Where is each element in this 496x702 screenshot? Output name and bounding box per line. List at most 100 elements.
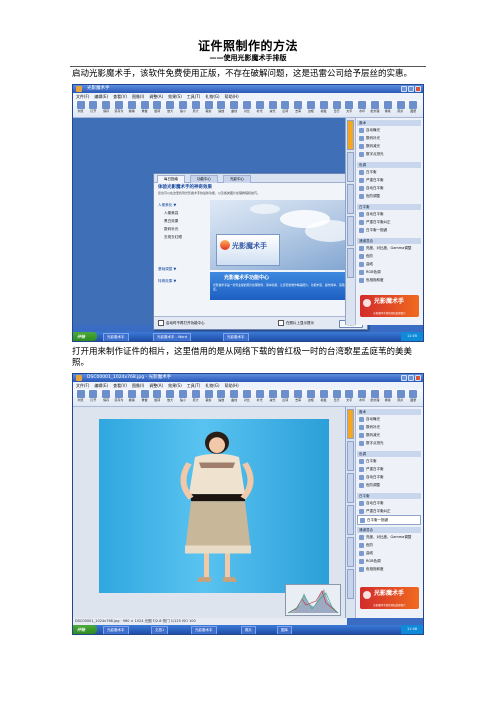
panel-tab[interactable]	[347, 120, 354, 150]
sidebar-item[interactable]: 黑白效果	[158, 217, 208, 225]
menu-item[interactable]: 文件(F)	[76, 383, 89, 388]
sidebar-item[interactable]: 人像美容	[158, 209, 208, 217]
panel-item[interactable]: 色阶调整	[357, 481, 421, 489]
start-button[interactable]: 开始	[73, 332, 97, 341]
toolbar-button[interactable]: 减光	[267, 390, 278, 405]
toolbar-button[interactable]: 重做	[139, 101, 150, 116]
panel-item[interactable]: 色阶	[357, 541, 421, 549]
toolbar-button[interactable]: 照片	[395, 390, 406, 405]
taskbar-item[interactable]: 照片	[241, 626, 256, 634]
toolbar-button[interactable]: 打开	[88, 390, 99, 405]
toolbar-button[interactable]: 放大	[165, 390, 176, 405]
close-icon[interactable]	[415, 86, 421, 92]
panel-tab[interactable]	[347, 152, 354, 182]
panel-item[interactable]: 色阶	[357, 252, 421, 260]
checkbox-show-tips[interactable]	[278, 320, 284, 326]
toolbar-button[interactable]: 原大	[190, 390, 201, 405]
toolbar-button[interactable]: 保存	[101, 390, 112, 405]
menu-item[interactable]: 文件(F)	[76, 94, 89, 99]
menu-item[interactable]: 效果(S)	[168, 383, 182, 388]
menu-item[interactable]: 礼物(G)	[205, 94, 219, 99]
menu-item[interactable]: 图像(I)	[132, 94, 144, 99]
panel-tab[interactable]	[347, 184, 354, 214]
toolbar-button[interactable]: 旋转	[152, 390, 163, 405]
toolbar-button[interactable]: 缩小	[177, 101, 188, 116]
toolbar-button[interactable]: 缩放	[216, 390, 227, 405]
close-icon[interactable]	[415, 375, 421, 381]
toolbar-button[interactable]: 模板	[318, 101, 329, 116]
taskbar-item[interactable]: 图库	[277, 626, 292, 634]
taskbar-item[interactable]: 光影魔术手 - Word	[153, 333, 191, 341]
toolbar-button[interactable]: 旋转	[152, 101, 163, 116]
sidebar-header-basic[interactable]: 基础调整 ▼	[158, 265, 208, 273]
menu-item[interactable]: 查看(V)	[113, 94, 127, 99]
toolbar-button[interactable]: 补光	[254, 390, 265, 405]
panel-item[interactable]: 自动白平衡	[357, 473, 421, 481]
panel-item[interactable]: 自动白平衡	[357, 499, 421, 507]
toolbar-button[interactable]: 补光	[254, 101, 265, 116]
menu-item[interactable]: 调整(A)	[149, 383, 163, 388]
toolbar-button[interactable]: 文字	[344, 390, 355, 405]
panel-item[interactable]: 白平衡一指键	[357, 226, 421, 234]
panel-item[interactable]: 亮度、对比度、Gamma调整	[357, 533, 421, 541]
menu-item[interactable]: 工具(T)	[187, 94, 201, 99]
toolbar-button[interactable]: 水印	[357, 101, 368, 116]
toolbar-button[interactable]: 曲线	[229, 101, 240, 116]
panel-item[interactable]: 严重白平衡纠正	[357, 507, 421, 515]
toolbar-button[interactable]: 反转	[280, 101, 291, 116]
toolbar-button[interactable]: 日历	[331, 390, 342, 405]
menu-item[interactable]: 图像(I)	[132, 383, 144, 388]
toolbar-button[interactable]: 日历	[331, 101, 342, 116]
panel-item[interactable]: 自动曝光	[357, 126, 421, 134]
toolbar-button[interactable]: 打开	[88, 101, 99, 116]
sidebar-item[interactable]: 去斑去红眼	[158, 233, 208, 241]
panel-item[interactable]: 曲线	[357, 260, 421, 268]
toolbar-button[interactable]: 去雾	[293, 101, 304, 116]
toolbar-button[interactable]: 保存	[101, 101, 112, 116]
toolbar-button[interactable]: 图册	[408, 101, 419, 116]
panel-item[interactable]: 色阶调整	[357, 192, 421, 200]
toolbar-button[interactable]: 对比	[241, 390, 252, 405]
toolbar-button[interactable]: 缩放	[216, 101, 227, 116]
toolbar-button[interactable]: 边框	[305, 390, 316, 405]
menu-item[interactable]: 调整(A)	[149, 94, 163, 99]
toolbar-button[interactable]: 模板	[318, 390, 329, 405]
taskbar-item[interactable]: 光影魔术手	[223, 333, 249, 341]
toolbar-button[interactable]: 减光	[267, 101, 278, 116]
toolbar-button[interactable]: 裁剪	[203, 101, 214, 116]
toolbar-button[interactable]: 水印	[357, 390, 368, 405]
panel-item[interactable]: 数码补光	[357, 423, 421, 431]
panel-item[interactable]: 白平衡	[357, 457, 421, 465]
toolbar-button[interactable]: 反转	[280, 390, 291, 405]
panel-item[interactable]: 曲线	[357, 549, 421, 557]
toolbar-button[interactable]: 浏览	[75, 390, 86, 405]
menu-item[interactable]: 帮助(H)	[225, 94, 239, 99]
taskbar-item[interactable]: 文档1	[151, 626, 169, 634]
panel-tab[interactable]	[347, 441, 354, 471]
panel-item[interactable]: 严重白平衡纠正	[357, 218, 421, 226]
toolbar-button[interactable]: 对比	[241, 101, 252, 116]
toolbar-button[interactable]: 文字	[344, 101, 355, 116]
panel-item[interactable]: 严重白平衡	[357, 465, 421, 473]
toolbar-button[interactable]: 曲线	[229, 390, 240, 405]
toolbar-button[interactable]: 浏览	[75, 101, 86, 116]
menu-item[interactable]: 编辑(E)	[94, 94, 108, 99]
panel-item[interactable]: 数字点测光	[357, 439, 421, 447]
checkbox-no-start[interactable]	[158, 320, 164, 326]
toolbar-button[interactable]: 另存为	[113, 390, 124, 405]
panel-tab[interactable]	[347, 216, 354, 246]
taskbar-item[interactable]: 光影魔术手	[103, 626, 129, 634]
panel-tab[interactable]	[347, 505, 354, 535]
sidebar-header-effects[interactable]: 特殊效果 ▼	[158, 277, 208, 285]
toolbar-button[interactable]: 批处理	[369, 101, 380, 116]
menu-item[interactable]: 效果(S)	[168, 94, 182, 99]
panel-item-selected[interactable]: 白平衡一指键	[357, 515, 421, 525]
minimize-icon[interactable]	[401, 375, 407, 381]
toolbar-button[interactable]: 图册	[408, 390, 419, 405]
tab-function-center[interactable]: 功能中心	[190, 175, 218, 183]
toolbar-button[interactable]: 放大	[165, 101, 176, 116]
panel-item[interactable]: RGB色调	[357, 557, 421, 565]
panel-item[interactable]: 自动白平衡	[357, 210, 421, 218]
panel-item[interactable]: 数码补光	[357, 134, 421, 142]
toolbar-button[interactable]: 撤销	[126, 101, 137, 116]
